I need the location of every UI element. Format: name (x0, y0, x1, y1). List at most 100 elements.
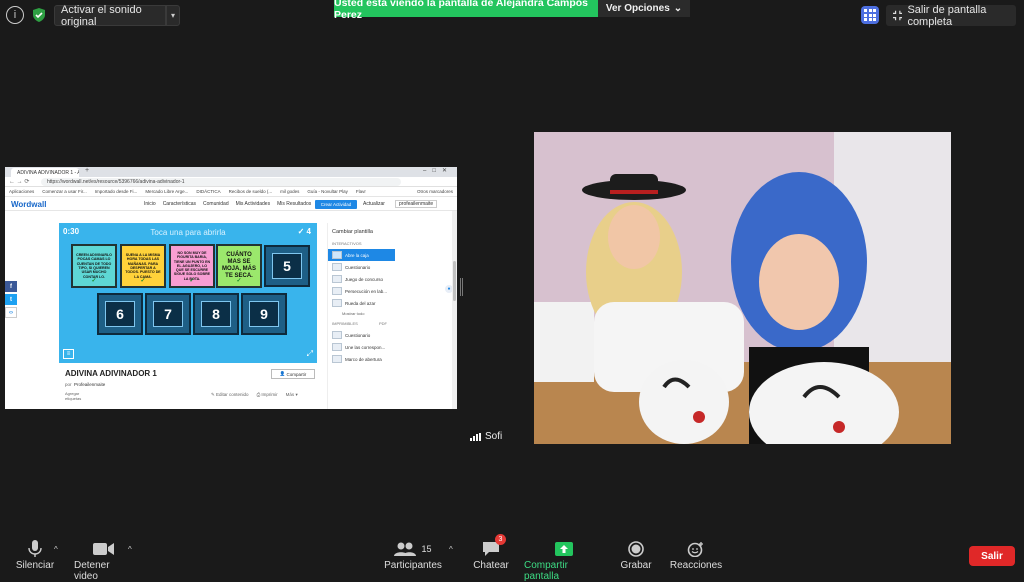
participant-name-tag: Sofi (466, 430, 507, 443)
more-link[interactable]: Más ▾ (286, 392, 298, 398)
reactions-button[interactable]: Reacciones (670, 538, 722, 571)
number-card[interactable]: 8 (193, 293, 239, 335)
bookmark[interactable]: mil godes (280, 189, 299, 194)
show-all-link[interactable]: Mostrar todo (328, 309, 395, 318)
riddle-card[interactable]: CUÁNTO MAS SE MOJA, MÁS TE SECA. ✓ (216, 244, 262, 288)
riddle-card[interactable]: NO SON MUY DE FIGURITA BARIA, TIENE UN P… (169, 244, 215, 288)
address-field[interactable]: https://wordwall.net/es/resource/5396766… (41, 178, 401, 186)
riddle-text: CUÁNTO MAS SE MOJA, MÁS TE SECA. (221, 251, 256, 280)
add-tags-link[interactable]: Agregar etiquetas (65, 391, 95, 401)
number-card-label: 9 (249, 301, 279, 327)
edit-content-link[interactable]: ✎ Editar contenido (211, 392, 249, 398)
template-label: Juego de concurso (345, 276, 384, 282)
game-instruction: Toca una para abrirla (150, 228, 226, 237)
number-card-label: 7 (153, 301, 183, 327)
audio-options-caret[interactable]: ▾ (166, 5, 180, 26)
share-label: Compartir (286, 371, 307, 377)
template-section: INTERACTIVOS (332, 241, 362, 246)
user-menu[interactable]: profeailenmaite (395, 200, 438, 208)
bookmark[interactable]: Importado desde Fi... (95, 189, 138, 194)
info-icon[interactable]: i (6, 6, 24, 24)
bookmark[interactable]: Comenzar a usar Fir... (42, 189, 87, 194)
nav-link[interactable]: Inicio (144, 201, 156, 207)
record-button[interactable]: Grabar (620, 538, 652, 571)
exit-fullscreen-label: Salir de pantalla completa (907, 3, 987, 28)
number-card[interactable]: 5 (264, 245, 310, 287)
activity-title: ADIVINA ADIVINADOR 1 (65, 369, 157, 378)
nav-link[interactable]: Características (163, 201, 196, 207)
window-controls[interactable]: –□✕ (423, 167, 453, 174)
upgrade-link[interactable]: Actualizar (363, 201, 385, 207)
chat-label: Chatear (473, 560, 509, 571)
original-audio-button[interactable]: Activar el sonido original (54, 3, 166, 28)
share-button[interactable]: 👤 Compartir (271, 369, 315, 379)
template-item[interactable]: Persecución en lab... (328, 285, 395, 297)
facebook-icon[interactable]: f (5, 281, 17, 292)
print-link[interactable]: ⎙ Imprimir (257, 392, 278, 398)
bookmark[interactable]: Otros marcadores (417, 189, 457, 194)
number-card[interactable]: 6 (97, 293, 143, 335)
new-tab-icon[interactable]: + (85, 167, 89, 174)
bookmark[interactable]: DIDÁCTICA (196, 189, 220, 194)
participants-options-caret[interactable]: ^ (449, 545, 453, 554)
bookmark[interactable]: Mercado Libre Arge... (145, 189, 188, 194)
participants-button[interactable]: 15 Participantes (384, 538, 442, 571)
bookmark[interactable]: Flavr (356, 189, 366, 194)
scroll-thumb[interactable] (453, 261, 456, 301)
audio-options-caret[interactable]: ^ (54, 545, 58, 554)
participant-video[interactable] (534, 132, 951, 444)
nav-arrows-icon[interactable]: ← → ⟳ (9, 178, 29, 185)
number-card[interactable]: 7 (145, 293, 191, 335)
security-shield-icon[interactable] (30, 6, 48, 24)
number-card-label: 6 (105, 301, 135, 327)
create-activity-button[interactable]: Crear Actividad (315, 200, 357, 209)
chat-button[interactable]: 3 Chatear (472, 534, 510, 571)
chat-icon: 3 (482, 534, 506, 560)
resize-handle[interactable] (460, 278, 463, 296)
game-count: ✓ 4 (297, 227, 311, 236)
video-camera-icon (93, 538, 115, 560)
wordwall-logo[interactable]: Wordwall (11, 200, 46, 209)
bookmark[interactable]: Guía - Novultar Play (307, 189, 348, 194)
template-item[interactable]: Abre la caja (328, 249, 395, 261)
twitter-icon[interactable]: t (5, 294, 17, 305)
template-item[interactable]: Rueda del azar (328, 297, 395, 309)
mute-button[interactable]: Silenciar (14, 538, 56, 571)
shared-screen: ADIVINA ADIVINADOR 1 - Ade + –□✕ ← → ⟳ h… (5, 167, 457, 409)
gallery-view-icon[interactable] (861, 6, 879, 24)
stop-video-button[interactable]: Detener video (74, 538, 134, 582)
exit-fullscreen-icon (893, 10, 903, 21)
nav-link[interactable]: Mis Actividades (236, 201, 270, 207)
template-item[interactable]: Juego de concurso (328, 273, 395, 285)
fullscreen-icon[interactable]: ⤢ (307, 349, 313, 359)
template-item[interactable]: Cuestionario (328, 261, 395, 273)
video-options-caret[interactable]: ^ (128, 545, 132, 554)
riddle-text: CREEN ADIVINARLO POCAS CAMAS LO CUENTAN … (76, 253, 112, 279)
riddle-card[interactable]: SUENA A LA MISMA HORA TODAS LAS MAÑANAS.… (120, 244, 166, 288)
browser-tab[interactable]: ADIVINA ADIVINADOR 1 - Ade (11, 168, 79, 177)
printable-item[interactable]: Cuestionario (328, 329, 395, 341)
leave-meeting-button[interactable]: Salir (969, 546, 1015, 566)
printable-item[interactable]: Marco de abertura (328, 353, 395, 365)
page-scrollbar[interactable] (452, 211, 457, 409)
embed-icon[interactable]: ‹› (5, 307, 17, 318)
more-label: Más (285, 392, 295, 397)
riddle-text: NO SON MUY DE FIGURITA BARIA, TIENE UN P… (173, 250, 211, 281)
riddle-card[interactable]: CREEN ADIVINARLO POCAS CAMAS LO CUENTAN … (71, 244, 117, 288)
reactions-label: Reacciones (669, 560, 723, 571)
share-screen-button[interactable]: Compartir pantalla (524, 538, 604, 582)
bookmark[interactable]: Recibos de sueldo (... (229, 189, 273, 194)
bookmark[interactable]: Aplicaciones (9, 189, 34, 194)
menu-icon[interactable]: ≡ (63, 349, 74, 359)
nav-link[interactable]: Mis Resultados (277, 201, 311, 207)
author-name[interactable]: Profeailenmaite (74, 382, 105, 387)
nav-link[interactable]: Comunidad (203, 201, 229, 207)
exit-fullscreen-button[interactable]: Salir de pantalla completa (886, 3, 1016, 28)
number-card[interactable]: 9 (241, 293, 287, 335)
video-feed (534, 132, 951, 444)
original-audio-label: Activar el sonido original (61, 3, 142, 28)
printable-item[interactable]: Une las correspon... (328, 341, 395, 353)
template-label: Persecución en lab... (345, 288, 388, 294)
view-options-button[interactable]: Ver Opciones ⌄ (598, 0, 690, 17)
browser-urlbar: ← → ⟳ https://wordwall.net/es/resource/5… (5, 177, 457, 187)
